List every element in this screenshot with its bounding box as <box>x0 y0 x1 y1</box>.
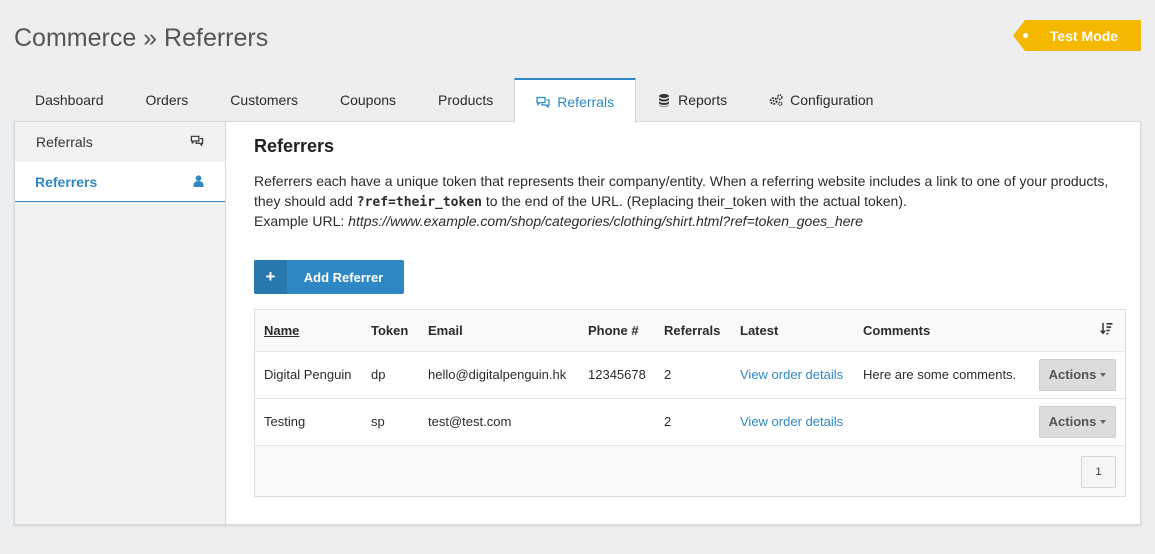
token-code: ?ref=their_token <box>356 194 482 210</box>
cell-email: test@test.com <box>419 398 579 446</box>
sort-amount-icon <box>1100 323 1113 338</box>
test-mode-label: Test Mode <box>1049 27 1119 44</box>
sidenav-item-referrers[interactable]: Referrers <box>15 162 225 202</box>
cell-latest: View order details <box>731 351 854 399</box>
tab-label: Referrals <box>557 93 615 110</box>
caret-down-icon <box>1100 372 1107 377</box>
tab-label: Orders <box>145 92 189 108</box>
actions-label: Actions <box>1048 367 1097 382</box>
cell-referrals: 2 <box>655 351 731 399</box>
cell-token: sp <box>362 398 419 446</box>
add-referrer-button[interactable]: + Add Referrer <box>254 260 404 294</box>
page-title: Commerce » Referrers <box>14 24 269 52</box>
cell-phone: 12345678 <box>579 351 655 399</box>
column-header-comments[interactable]: Comments <box>854 310 1030 352</box>
tab-referrals[interactable]: Referrals <box>514 78 637 123</box>
sort-order-button[interactable] <box>1030 310 1125 352</box>
gears-icon <box>769 93 783 107</box>
cell-comments: Here are some comments. <box>854 351 1030 399</box>
tab-label: Products <box>438 92 494 108</box>
column-header-phone[interactable]: Phone # <box>579 310 655 352</box>
tag-hole-icon <box>1023 33 1028 38</box>
caret-down-icon <box>1100 419 1107 424</box>
tab-products[interactable]: Products <box>417 78 514 122</box>
sidenav-item-referrals[interactable]: Referrals <box>15 122 225 162</box>
column-header-email[interactable]: Email <box>419 310 579 352</box>
referrers-table: Name Token Email Phone # Referrals Lates… <box>254 309 1126 497</box>
column-header-latest[interactable]: Latest <box>731 310 854 352</box>
example-label: Example URL: <box>254 213 349 229</box>
table-header-row: Name Token Email Phone # Referrals Lates… <box>255 310 1125 352</box>
cell-actions: Actions <box>1030 398 1125 446</box>
description-text-2: to the end of the URL. (Replacing their_… <box>481 192 907 209</box>
sidenav-item-label: Referrers <box>35 173 98 190</box>
comments-icon <box>536 95 550 109</box>
plus-icon: + <box>254 260 287 294</box>
tab-label: Coupons <box>339 92 397 108</box>
side-nav: Referrals Referrers <box>15 122 226 524</box>
table-row: Testing sp test@test.com 2 View order de… <box>255 398 1125 446</box>
tab-configuration[interactable]: Configuration <box>748 78 894 122</box>
cell-token: dp <box>362 351 419 399</box>
actions-label: Actions <box>1048 414 1097 429</box>
tab-customers[interactable]: Customers <box>209 78 319 122</box>
test-mode-badge: Test Mode <box>1013 20 1141 51</box>
cell-comments <box>854 398 1030 446</box>
cell-referrals: 2 <box>655 398 731 446</box>
cell-name: Digital Penguin <box>255 351 362 399</box>
description: Referrers each have a unique token that … <box>254 172 1124 232</box>
column-header-name[interactable]: Name <box>255 310 362 352</box>
main-tabs: Dashboard Orders Customers Coupons Produ… <box>14 78 894 123</box>
column-header-token[interactable]: Token <box>362 310 419 352</box>
column-label: Name <box>264 322 300 338</box>
user-icon <box>193 174 204 190</box>
actions-dropdown-button[interactable]: Actions <box>1039 358 1116 391</box>
cell-name: Testing <box>255 398 362 446</box>
sidenav-item-label: Referrals <box>36 134 93 150</box>
actions-dropdown-button[interactable]: Actions <box>1039 405 1116 438</box>
cell-email: hello@digitalpenguin.hk <box>419 351 579 399</box>
section-heading: Referrers <box>254 136 335 156</box>
database-icon <box>657 93 671 107</box>
tab-label: Configuration <box>790 92 874 108</box>
comments-icon <box>190 134 204 150</box>
view-order-details-link[interactable]: View order details <box>740 414 843 429</box>
tab-dashboard[interactable]: Dashboard <box>14 78 125 122</box>
tab-label: Reports <box>678 92 728 108</box>
cell-actions: Actions <box>1030 351 1125 399</box>
tab-orders[interactable]: Orders <box>125 78 210 122</box>
tab-coupons[interactable]: Coupons <box>319 78 417 122</box>
cell-latest: View order details <box>731 398 854 446</box>
tab-label: Customers <box>230 92 298 108</box>
main-panel: Referrals Referrers Referrers Referrers … <box>14 121 1141 525</box>
table-row: Digital Penguin dp hello@digitalpenguin.… <box>255 351 1125 399</box>
tab-label: Dashboard <box>35 92 104 108</box>
tab-reports[interactable]: Reports <box>636 78 748 122</box>
cell-phone <box>579 398 655 446</box>
example-url: https://www.example.com/shop/categories/… <box>348 213 863 229</box>
add-referrer-label: Add Referrer <box>303 269 384 285</box>
table-footer: 1 <box>255 445 1125 496</box>
view-order-details-link[interactable]: View order details <box>740 367 843 382</box>
column-header-referrals[interactable]: Referrals <box>655 310 731 352</box>
pagination-page-button[interactable]: 1 <box>1081 455 1116 488</box>
